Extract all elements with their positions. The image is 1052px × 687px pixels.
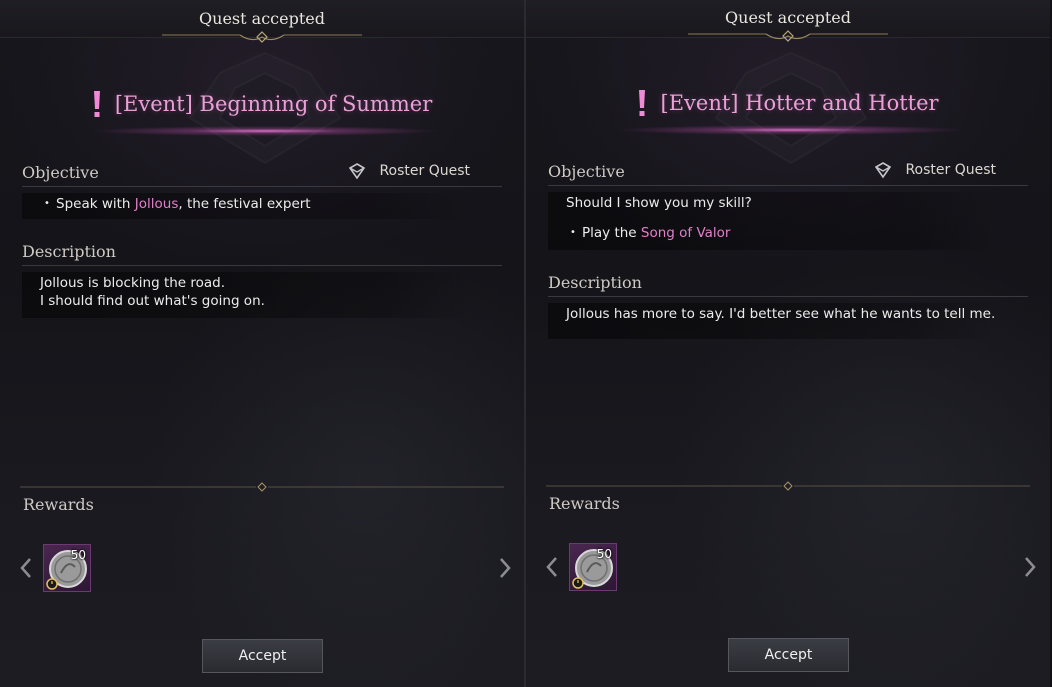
roster-quest-icon xyxy=(874,162,892,179)
rewards-prev-arrow[interactable] xyxy=(544,555,560,579)
objective-npc: Jollous xyxy=(134,196,179,212)
objective-label: Objective xyxy=(22,163,99,182)
timer-icon xyxy=(46,578,58,590)
quest-title-row: [Event] Hotter and Hotter xyxy=(526,89,1050,117)
chevron-right-icon xyxy=(500,558,511,578)
header-title: Quest accepted xyxy=(725,8,851,27)
panel-header: Quest accepted xyxy=(526,0,1050,42)
rewards-prev-arrow[interactable] xyxy=(18,556,34,580)
description-heading: Description xyxy=(22,242,502,266)
reward-count: 50 xyxy=(70,548,86,562)
exclamation-icon xyxy=(639,90,646,116)
chevron-left-icon xyxy=(20,558,31,578)
rewards-next-arrow[interactable] xyxy=(1022,555,1038,579)
objective-box: Speak with Jollous, the festival expert xyxy=(22,193,472,219)
description-line-1: Jollous is blocking the road. xyxy=(40,275,226,291)
quest-panel-right: Quest accepted [Event] Hotter and Hotter… xyxy=(526,0,1050,687)
description-label: Description xyxy=(548,273,642,292)
quest-title-row: [Event] Beginning of Summer xyxy=(0,90,524,118)
accept-button[interactable]: Accept xyxy=(202,639,323,673)
header-ornament-icon xyxy=(162,31,362,43)
roster-label: Roster Quest xyxy=(379,163,470,179)
description-line-2: I should find out what's going on. xyxy=(40,293,265,309)
objective-text: Play the xyxy=(582,225,641,241)
roster-quest-tag: Roster Quest xyxy=(347,162,470,180)
quest-title: [Event] Beginning of Summer xyxy=(114,92,433,116)
roster-label: Roster Quest xyxy=(905,162,996,178)
description-line-1: Jollous has more to say. I'd better see … xyxy=(566,306,996,322)
header-title: Quest accepted xyxy=(199,9,325,28)
rewards-divider xyxy=(546,481,1030,491)
objective-box: Should I show you my skill? Play the Son… xyxy=(548,192,998,250)
rewards-label: Rewards xyxy=(549,494,620,513)
objective-text: Speak with xyxy=(56,196,135,212)
panel-header: Quest accepted xyxy=(0,0,524,43)
title-glow xyxy=(616,125,966,135)
header-ornament-icon xyxy=(688,30,888,42)
objective-intro: Should I show you my skill? xyxy=(566,195,752,211)
roster-quest-icon xyxy=(348,163,366,180)
objective-label: Objective xyxy=(548,162,625,181)
description-label: Description xyxy=(22,242,116,261)
reward-item-slot[interactable]: 50 xyxy=(43,544,91,592)
chevron-right-icon xyxy=(1025,557,1036,577)
rewards-next-arrow[interactable] xyxy=(497,556,513,580)
reward-count: 50 xyxy=(596,547,612,561)
quest-panel-left: Quest accepted [Event] Beginning of Summ… xyxy=(0,0,524,687)
objective-item: Play the Song of Valor xyxy=(566,224,998,242)
rewards-label: Rewards xyxy=(23,495,94,514)
accept-button[interactable]: Accept xyxy=(728,638,849,672)
objective-song: Song of Valor xyxy=(640,225,731,241)
description-box: Jollous has more to say. I'd better see … xyxy=(548,303,998,339)
objective-suffix: , the festival expert xyxy=(178,196,311,212)
exclamation-icon xyxy=(93,91,100,117)
quest-title: [Event] Hotter and Hotter xyxy=(660,91,939,115)
chevron-left-icon xyxy=(546,557,557,577)
description-heading: Description xyxy=(548,273,1028,297)
rewards-divider xyxy=(20,482,504,492)
reward-item-slot[interactable]: 50 xyxy=(569,543,617,591)
objective-item: Speak with Jollous, the festival expert xyxy=(40,195,472,213)
title-glow xyxy=(90,126,440,136)
roster-quest-tag: Roster Quest xyxy=(873,161,996,179)
description-box: Jollous is blocking the road. I should f… xyxy=(22,272,472,318)
timer-icon xyxy=(572,577,584,589)
